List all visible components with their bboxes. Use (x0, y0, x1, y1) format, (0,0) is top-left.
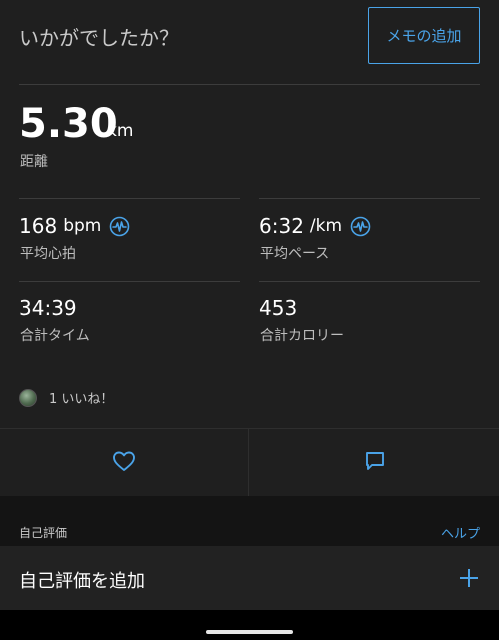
add-memo-button[interactable]: メモの追加 (368, 7, 480, 64)
section-title: 自己評価 (19, 526, 68, 540)
distance-unit: km (107, 121, 134, 141)
pace-unit: /km (309, 216, 343, 236)
heart-rate-value: 168 (19, 214, 58, 238)
add-self-evaluation-row[interactable]: 自己評価を追加 (0, 546, 499, 610)
feedback-question: いかがでしたか？ (19, 26, 179, 50)
divider (19, 198, 240, 199)
activity-summary-card: いかがでしたか？ メモの追加 5.30 km 距離 168 bpm 平均心拍 6… (0, 0, 499, 428)
comment-button[interactable] (250, 429, 499, 497)
self-evaluation-header: 自己評価 ヘルプ (0, 496, 499, 546)
comment-icon (364, 450, 386, 476)
heart-rate-stat: 168 bpm (19, 214, 130, 238)
heart-rate-icon[interactable] (109, 216, 130, 237)
heart-rate-label: 平均心拍 (20, 246, 76, 262)
pace-stat: 6:32 /km (259, 214, 371, 238)
total-time-stat: 34:39 (19, 296, 77, 320)
divider (19, 281, 240, 282)
plus-icon[interactable] (455, 564, 483, 592)
distance-label: 距離 (20, 154, 48, 170)
divider (19, 84, 480, 85)
divider (259, 281, 480, 282)
action-bar (0, 428, 499, 497)
likes-summary[interactable]: 1 いいね！ (19, 388, 113, 407)
heart-rate-icon[interactable] (350, 216, 371, 237)
calories-label: 合計カロリー (260, 328, 344, 344)
calories-value: 453 (259, 296, 298, 320)
pace-value: 6:32 (259, 214, 304, 238)
total-time-value: 34:39 (19, 296, 77, 320)
add-self-evaluation-label: 自己評価を追加 (19, 571, 145, 592)
total-time-label: 合計タイム (20, 328, 90, 344)
likes-count: 1 いいね！ (49, 392, 114, 407)
avatar (19, 388, 37, 407)
distance-value: 5.30 (19, 101, 118, 147)
calories-stat: 453 (259, 296, 297, 320)
system-navigation-bar (0, 610, 499, 640)
divider (259, 198, 480, 199)
like-button[interactable] (0, 429, 249, 497)
heart-rate-unit: bpm (63, 216, 102, 236)
help-link[interactable]: ヘルプ (441, 523, 480, 542)
heart-icon (112, 450, 136, 476)
pace-label: 平均ペース (260, 246, 330, 262)
home-handle[interactable] (206, 630, 293, 634)
